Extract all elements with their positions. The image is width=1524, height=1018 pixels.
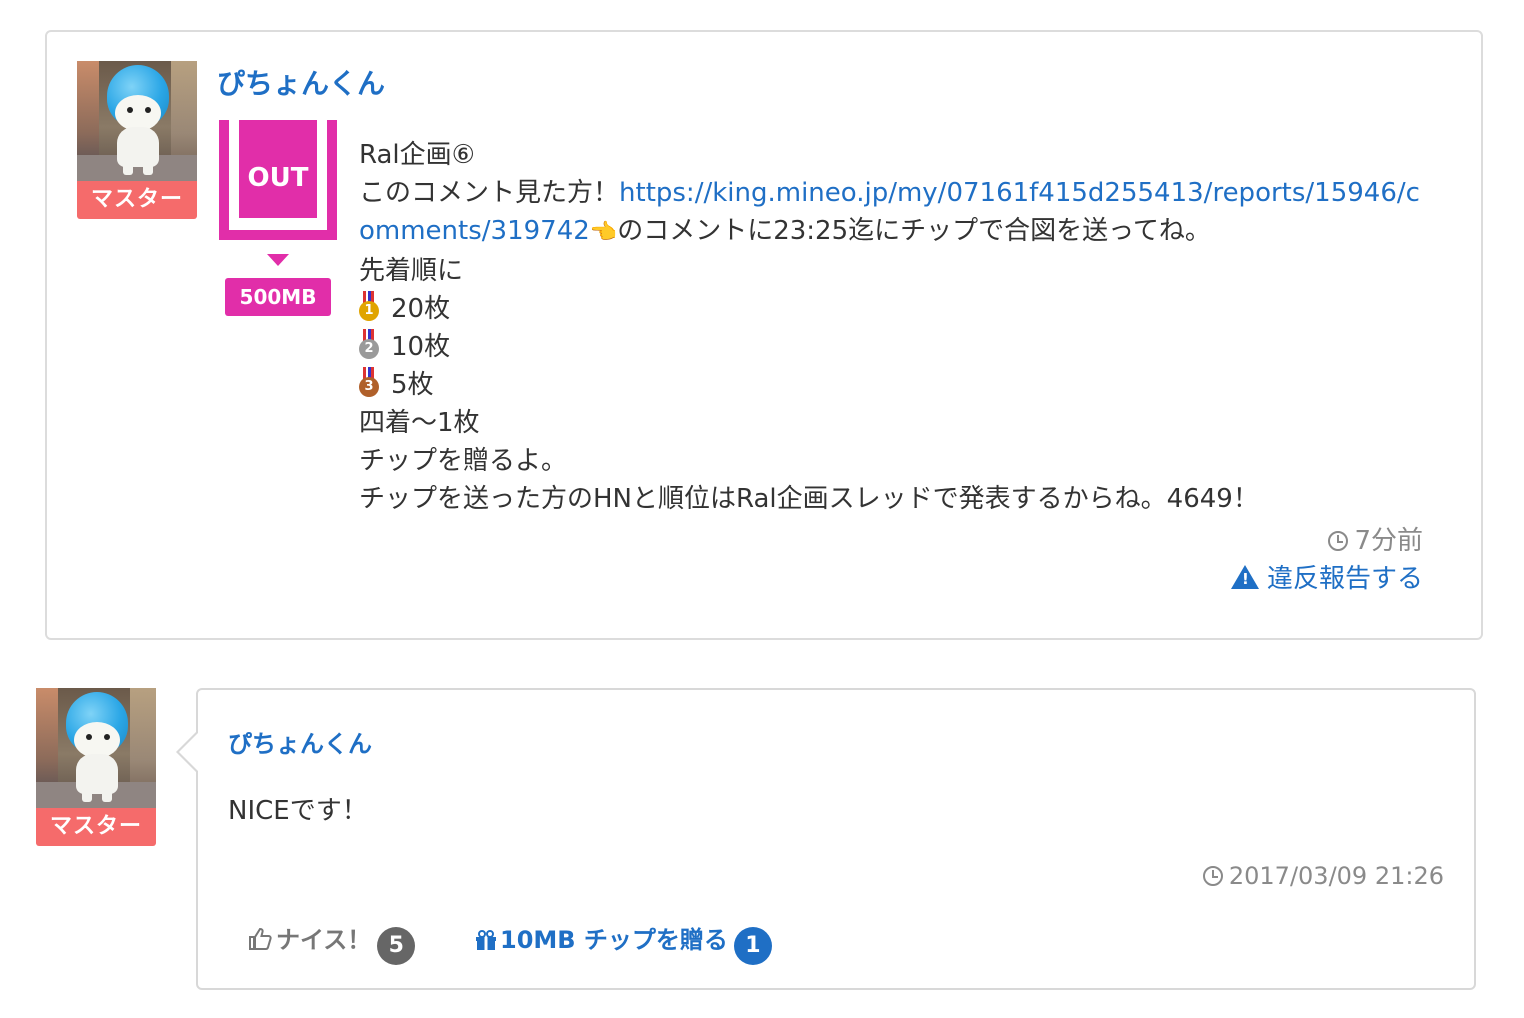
out-label: OUT — [239, 120, 317, 218]
silver-medal-icon: 2 — [359, 329, 379, 359]
post-announce-line: チップを送った方のHNと順位はRal企画スレッドで発表するからね。4649！ — [359, 484, 1259, 514]
user-avatar[interactable] — [77, 61, 197, 181]
post-send-line: チップを贈るよ。 — [359, 446, 568, 476]
pointing-hand-icon: 👈 — [589, 220, 618, 245]
thumbs-up-icon — [249, 927, 272, 950]
reply-text: NICEです！ — [228, 796, 368, 826]
bronze-medal-icon: 3 — [359, 367, 379, 397]
prize-line-3: 3 5枚 — [359, 366, 1439, 404]
reply-timestamp: 2017/03/09 21:26 — [1202, 862, 1444, 890]
post-fourth-line: 四着〜1枚 — [359, 408, 480, 438]
post-title-line: Ral企画⑥ — [359, 140, 475, 170]
nice-button[interactable]: ナイス！ 5 — [248, 920, 416, 965]
prize-line-2: 2 10枚 — [359, 328, 1439, 366]
post-body: Ral企画⑥ このコメント見た方！https://king.mineo.jp/m… — [359, 136, 1439, 518]
post-card: マスター ぴちょんくん OUT 500MB Ral企画⑥ このコメント見た方！h… — [45, 30, 1483, 640]
post-order-line: 先着順に — [359, 256, 464, 286]
reply-avatar[interactable] — [36, 688, 156, 808]
post-text: のコメントに23:25迄にチップで合図を送ってね。 — [617, 216, 1211, 246]
reply-card: ぴちょんくん NICEです！ 2017/03/09 21:26 ナイス！ 5 10… — [196, 688, 1476, 990]
reply-username-link[interactable]: ぴちょんくん — [228, 724, 372, 759]
reply-master-badge: マスター — [36, 808, 156, 846]
gift-icon — [476, 930, 496, 950]
tip-count-badge: 1 — [733, 927, 772, 965]
prize-line-1: 1 20枚 — [359, 290, 1439, 328]
master-badge: マスター — [77, 181, 197, 219]
out-status-icon: OUT — [219, 120, 337, 240]
post-time: 7分前 — [1328, 520, 1423, 557]
warning-icon: ! — [1230, 565, 1259, 589]
send-tip-button[interactable]: 10MB チップを贈る 1 — [474, 920, 772, 965]
clock-icon — [1328, 531, 1349, 551]
caret-down-icon — [267, 254, 289, 266]
report-violation-link[interactable]: ! 違反報告する — [1230, 558, 1423, 595]
gold-medal-icon: 1 — [359, 291, 379, 321]
post-text: このコメント見た方！ — [359, 178, 620, 208]
username-link[interactable]: ぴちょんくん — [217, 62, 385, 102]
nice-count-badge: 5 — [377, 927, 416, 965]
post-link-line: このコメント見た方！https://king.mineo.jp/my/07161… — [359, 174, 1439, 252]
data-amount-badge: 500MB — [225, 278, 331, 316]
clock-icon — [1202, 866, 1223, 886]
